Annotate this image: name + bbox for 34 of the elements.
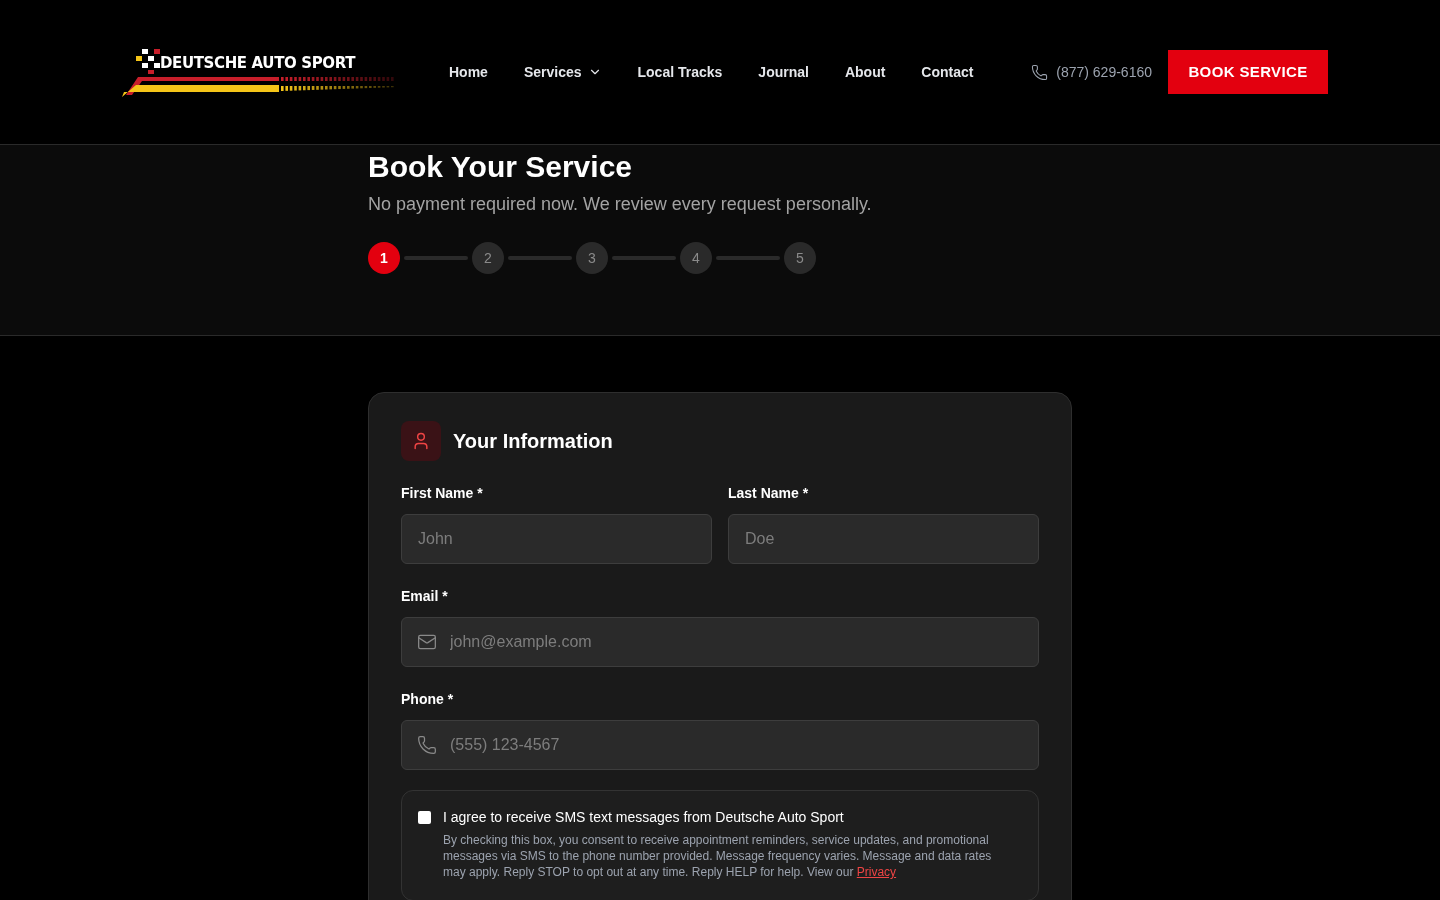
- nav-link[interactable]: Home: [449, 61, 488, 83]
- consent-label: I agree to receive SMS text messages from Deutsche Auto Sport: [443, 808, 845, 827]
- step-indicator: 5: [784, 242, 816, 274]
- field-label: Email *: [401, 587, 449, 606]
- step-indicator: 3: [576, 242, 608, 274]
- input-field[interactable]: (555) 123-4567: [401, 720, 1039, 770]
- logo[interactable]: DEUTSCHE AUTO SPORT: [114, 47, 396, 97]
- nav-link[interactable]: Journal: [758, 61, 809, 83]
- nav-link[interactable]: Services: [523, 61, 602, 83]
- step-indicator: 1: [368, 242, 400, 274]
- field-label: First Name *: [401, 484, 484, 503]
- section-title: Your Information: [453, 429, 613, 454]
- checkbox[interactable]: [418, 811, 431, 824]
- user-icon: [401, 421, 441, 461]
- phone-icon: [417, 735, 437, 755]
- page-subtitle: No payment required now. We review every request personally.: [368, 193, 873, 216]
- brand-name: DEUTSCHE AUTO SPORT: [160, 53, 355, 74]
- step-indicator: 2: [472, 242, 504, 274]
- field-label: Last Name *: [728, 484, 810, 503]
- nav-link[interactable]: Local Tracks: [637, 61, 723, 83]
- privacy-link[interactable]: Privacy: [856, 865, 897, 879]
- page-title: Book Your Service: [368, 149, 633, 185]
- phone-link[interactable]: (877) 629-6160: [1031, 61, 1152, 83]
- phone-icon: [1031, 63, 1049, 81]
- input-field[interactable]: Doe: [728, 514, 1039, 564]
- nav-link[interactable]: Contact: [921, 61, 974, 83]
- book-service-button[interactable]: BOOK SERVICE: [1168, 50, 1328, 94]
- consent-text: By checking this box, you consent to receive appointment reminders, service updates, and promotional messages via SMS to the phone number provided. Message frequency varies. Message and data rates may apply. Reply STOP to opt out at any time. Reply HELP for help. View our Privacy: [443, 832, 993, 880]
- input-field[interactable]: John: [401, 514, 712, 564]
- field-label: Phone *: [401, 690, 455, 709]
- step-indicator: 4: [680, 242, 712, 274]
- nav-link[interactable]: About: [844, 61, 886, 83]
- mail-icon: [417, 632, 437, 652]
- input-field[interactable]: john@example.com: [401, 617, 1039, 667]
